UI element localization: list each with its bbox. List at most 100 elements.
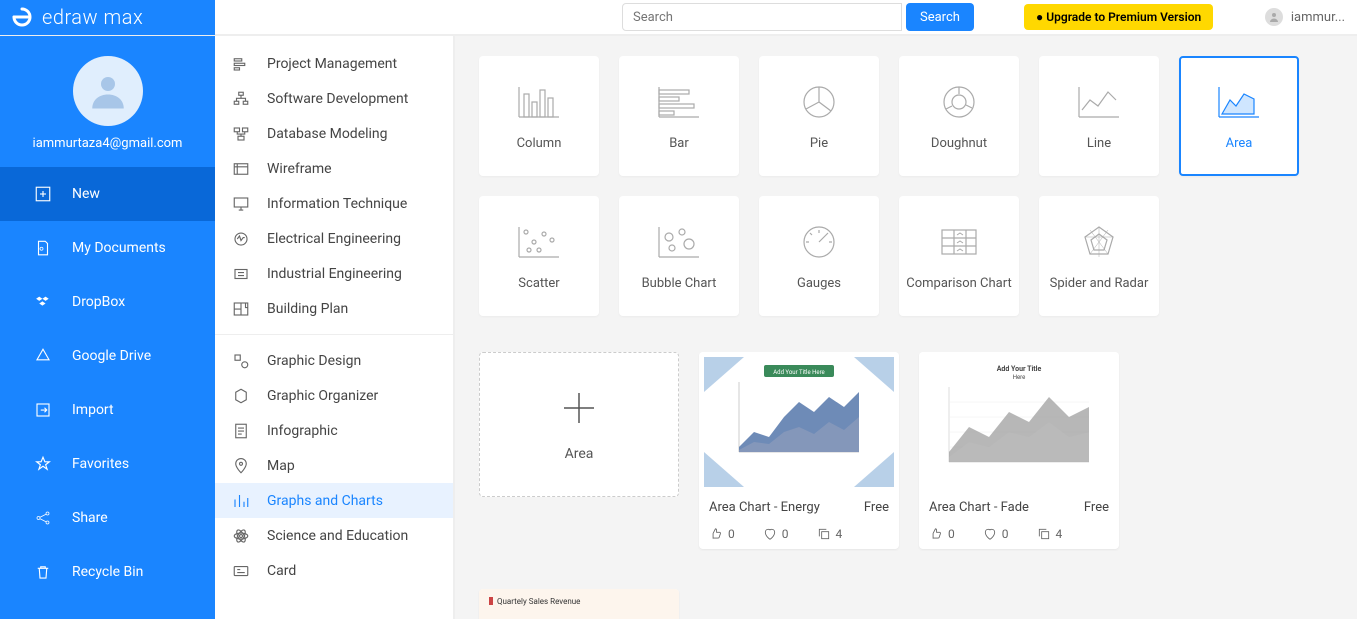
search-button[interactable]: Search [906, 3, 974, 31]
hexagon-icon [231, 386, 251, 406]
template-energy[interactable]: Add Your Title Here Area Chart - Energy … [699, 352, 899, 549]
profile-block: iammurtaza4@gmail.com [0, 36, 215, 167]
template-copies[interactable]: 4 [1037, 527, 1063, 541]
map-pin-icon [231, 456, 251, 476]
nav-label: Import [72, 402, 114, 418]
template-likes[interactable]: 0 [709, 527, 735, 541]
database-icon [231, 124, 251, 144]
star-icon [34, 455, 52, 473]
cat-infographic[interactable]: Infographic [215, 413, 453, 448]
template-favs[interactable]: 0 [983, 527, 1009, 541]
cat-building[interactable]: Building Plan [215, 291, 453, 326]
cat-science[interactable]: Science and Education [215, 518, 453, 553]
template-blank-label: Area [565, 446, 594, 462]
cat-label: Software Development [267, 91, 408, 107]
partial-template-title: Quartely Sales Revenue [497, 597, 580, 606]
template-favs[interactable]: 0 [763, 527, 789, 541]
avatar-icon[interactable] [73, 56, 143, 126]
nav-label: Google Drive [72, 348, 151, 364]
cat-label: Graphic Design [267, 353, 361, 369]
upgrade-button[interactable]: ● Upgrade to Premium Version [1024, 4, 1213, 30]
chart-type-gauges[interactable]: Gauges [759, 196, 879, 316]
cat-map[interactable]: Map [215, 448, 453, 483]
cat-label: Infographic [267, 423, 338, 439]
new-icon [34, 185, 52, 203]
cat-card[interactable]: Card [215, 553, 453, 588]
trash-icon [34, 563, 52, 581]
radar-chart-icon [1074, 222, 1124, 262]
cat-infotech[interactable]: Information Technique [215, 186, 453, 221]
template-quarterly-sales[interactable]: Quartely Sales Revenue [479, 589, 679, 619]
cat-software-dev[interactable]: Software Development [215, 81, 453, 116]
template-blank-area[interactable]: Area [479, 352, 679, 497]
chart-type-comparison[interactable]: Comparison Chart [899, 196, 1019, 316]
cat-project-management[interactable]: Project Management [215, 46, 453, 81]
cat-electrical[interactable]: Electrical Engineering [215, 221, 453, 256]
heart-icon [763, 527, 777, 541]
cat-label: Industrial Engineering [267, 266, 402, 282]
nav-new[interactable]: New [0, 167, 215, 221]
nav-favorites[interactable]: Favorites [0, 437, 215, 491]
category-panel: Project Management Software Development … [215, 36, 455, 619]
template-copies[interactable]: 4 [817, 527, 843, 541]
floorplan-icon [231, 299, 251, 319]
nav-gdrive[interactable]: Google Drive [0, 329, 215, 383]
copy-icon [817, 527, 831, 541]
cat-graphic-organizer[interactable]: Graphic Organizer [215, 378, 453, 413]
nav-mydocs[interactable]: My Documents [0, 221, 215, 275]
bar-chart-icon [654, 82, 704, 122]
chart-type-label: Doughnut [931, 136, 987, 151]
brand-logo[interactable]: edraw max [0, 0, 215, 35]
cat-label: Science and Education [267, 528, 408, 544]
nav-label: DropBox [72, 294, 125, 310]
brand-name: edraw max [42, 5, 143, 29]
chart-type-grid: Column Bar Pie Doughnut Line Area [479, 56, 1337, 316]
nav-dropbox[interactable]: DropBox [0, 275, 215, 329]
template-grid: Area Add Your Title Here [479, 352, 1337, 619]
chart-type-area[interactable]: Area [1179, 56, 1299, 176]
chart-type-bar[interactable]: Bar [619, 56, 739, 176]
template-price: Free [1084, 500, 1109, 515]
chart-type-doughnut[interactable]: Doughnut [899, 56, 1019, 176]
nav-import[interactable]: Import [0, 383, 215, 437]
chart-type-column[interactable]: Column [479, 56, 599, 176]
cat-industrial[interactable]: Industrial Engineering [215, 256, 453, 291]
nav-label: Recycle Bin [72, 564, 143, 580]
template-title: Area Chart - Energy [709, 500, 820, 515]
search-input[interactable] [622, 3, 902, 31]
chart-type-label: Spider and Radar [1050, 276, 1149, 291]
template-likes[interactable]: 0 [929, 527, 955, 541]
card-icon [231, 561, 251, 581]
chart-type-pie[interactable]: Pie [759, 56, 879, 176]
sidebar-left: iammurtaza4@gmail.com New My Documents D… [0, 36, 215, 619]
template-preview: Add Your Title Here [699, 352, 899, 492]
chart-type-spider[interactable]: Spider and Radar [1039, 196, 1159, 316]
chart-type-label: Area [1226, 136, 1253, 151]
nav-recycle[interactable]: Recycle Bin [0, 545, 215, 599]
user-menu[interactable]: iammur... [1265, 8, 1345, 26]
cat-graphs-charts[interactable]: Graphs and Charts [215, 483, 453, 518]
profile-email: iammurtaza4@gmail.com [0, 136, 215, 151]
template-fade[interactable]: Add Your Title Here [919, 352, 1119, 549]
wireframe-icon [231, 159, 251, 179]
chart-type-line[interactable]: Line [1039, 56, 1159, 176]
gauge-icon [794, 222, 844, 262]
nav-label: Share [72, 510, 108, 526]
nav-share[interactable]: Share [0, 491, 215, 545]
chart-type-bubble[interactable]: Bubble Chart [619, 196, 739, 316]
bubble-chart-icon [654, 222, 704, 262]
gantt-icon [231, 54, 251, 74]
cat-database[interactable]: Database Modeling [215, 116, 453, 151]
svg-text:Add Your Title Here: Add Your Title Here [773, 369, 824, 376]
cat-graphic-design[interactable]: Graphic Design [215, 343, 453, 378]
cat-wireframe[interactable]: Wireframe [215, 151, 453, 186]
flowchart-icon [231, 89, 251, 109]
document-icon [34, 239, 52, 257]
template-price: Free [864, 500, 889, 515]
atom-icon [231, 526, 251, 546]
thumbs-up-icon [709, 527, 723, 541]
cat-label: Database Modeling [267, 126, 388, 142]
column-chart-icon [514, 82, 564, 122]
factory-icon [231, 264, 251, 284]
chart-type-scatter[interactable]: Scatter [479, 196, 599, 316]
